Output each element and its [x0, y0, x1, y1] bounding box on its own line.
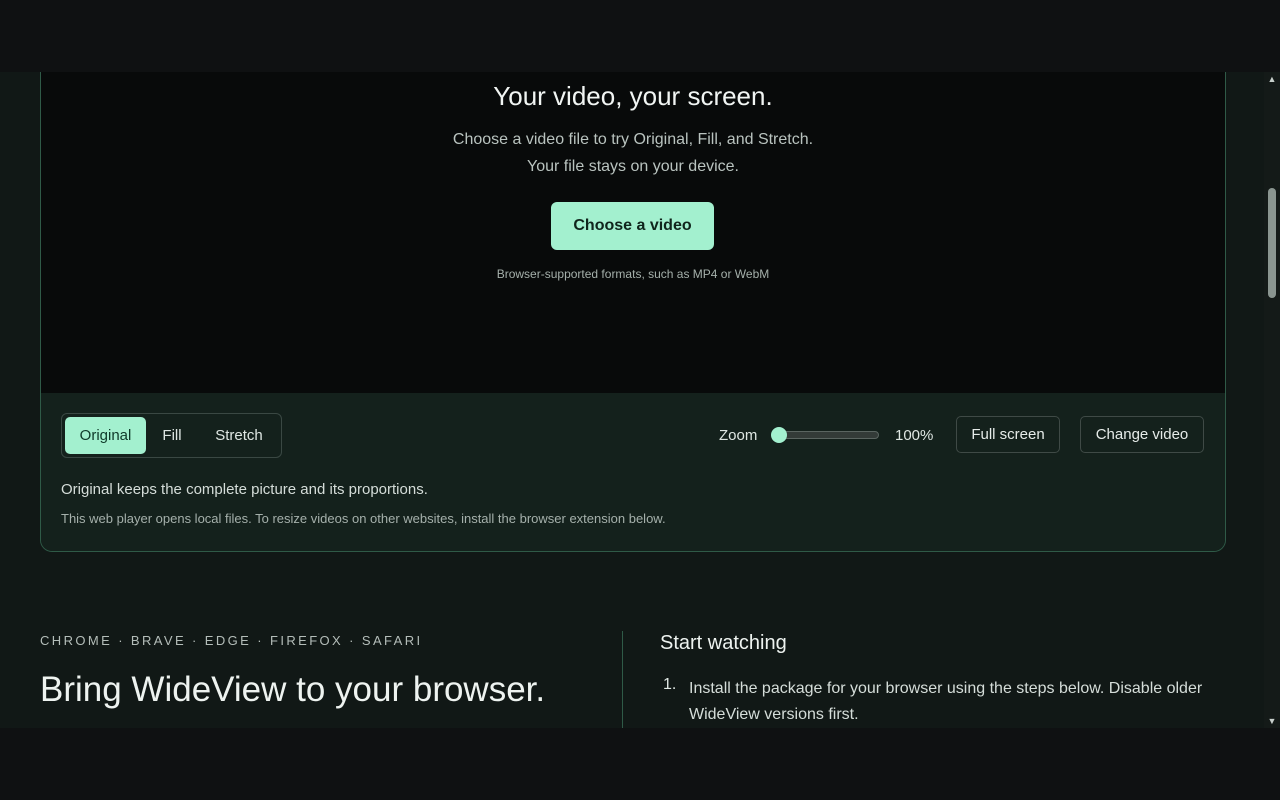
mode-description: Original keeps the complete picture and … — [61, 481, 428, 498]
change-video-button[interactable]: Change video — [1080, 416, 1204, 453]
triangle-down-icon[interactable]: ▼ — [1264, 714, 1280, 728]
video-stage: Your video, your screen. Choose a video … — [41, 72, 1225, 393]
top-bar — [0, 0, 1280, 72]
vertical-scrollbar[interactable]: ▲ ▼ — [1264, 72, 1280, 728]
bottom-bar — [0, 728, 1280, 800]
zoom-label: Zoom — [719, 427, 758, 444]
install-heading: Bring WideView to your browser. — [40, 670, 546, 709]
zoom-slider-track[interactable] — [777, 431, 879, 439]
triangle-up-icon[interactable]: ▲ — [1264, 72, 1280, 86]
mode-fill-button[interactable]: Fill — [152, 417, 192, 454]
scrollbar-thumb[interactable] — [1268, 188, 1276, 298]
mode-original-button[interactable]: Original — [65, 417, 146, 454]
stage-title: Your video, your screen. — [493, 81, 773, 111]
step-number: 1. — [663, 676, 677, 693]
section-divider — [622, 631, 623, 728]
stage-subtitle-line1: Choose a video file to try Original, Fil… — [452, 131, 814, 148]
video-player-card: Your video, your screen. Choose a video … — [40, 72, 1226, 552]
start-watching-heading: Start watching — [660, 632, 787, 654]
full-screen-button[interactable]: Full screen — [956, 416, 1060, 453]
player-controls: Original Fill Stretch Zoom 100% Full scr… — [41, 393, 1225, 551]
choose-video-button[interactable]: Choose a video — [551, 202, 714, 250]
zoom-value: 100% — [895, 427, 934, 444]
stage-subtitle-line2: Your file stays on your device. — [527, 158, 739, 175]
supported-browsers-label: CHROME · BRAVE · EDGE · FIREFOX · SAFARI — [40, 633, 423, 648]
step-text: Install the package for your browser usi… — [689, 680, 1203, 723]
mode-stretch-button[interactable]: Stretch — [202, 417, 276, 454]
mode-segmented-control: Original Fill Stretch — [61, 413, 282, 458]
web-player-note: This web player opens local files. To re… — [61, 511, 666, 526]
zoom-slider-thumb[interactable] — [771, 427, 787, 443]
formats-note: Browser-supported formats, such as MP4 o… — [496, 267, 770, 281]
page-viewport: Your video, your screen. Choose a video … — [0, 72, 1280, 728]
